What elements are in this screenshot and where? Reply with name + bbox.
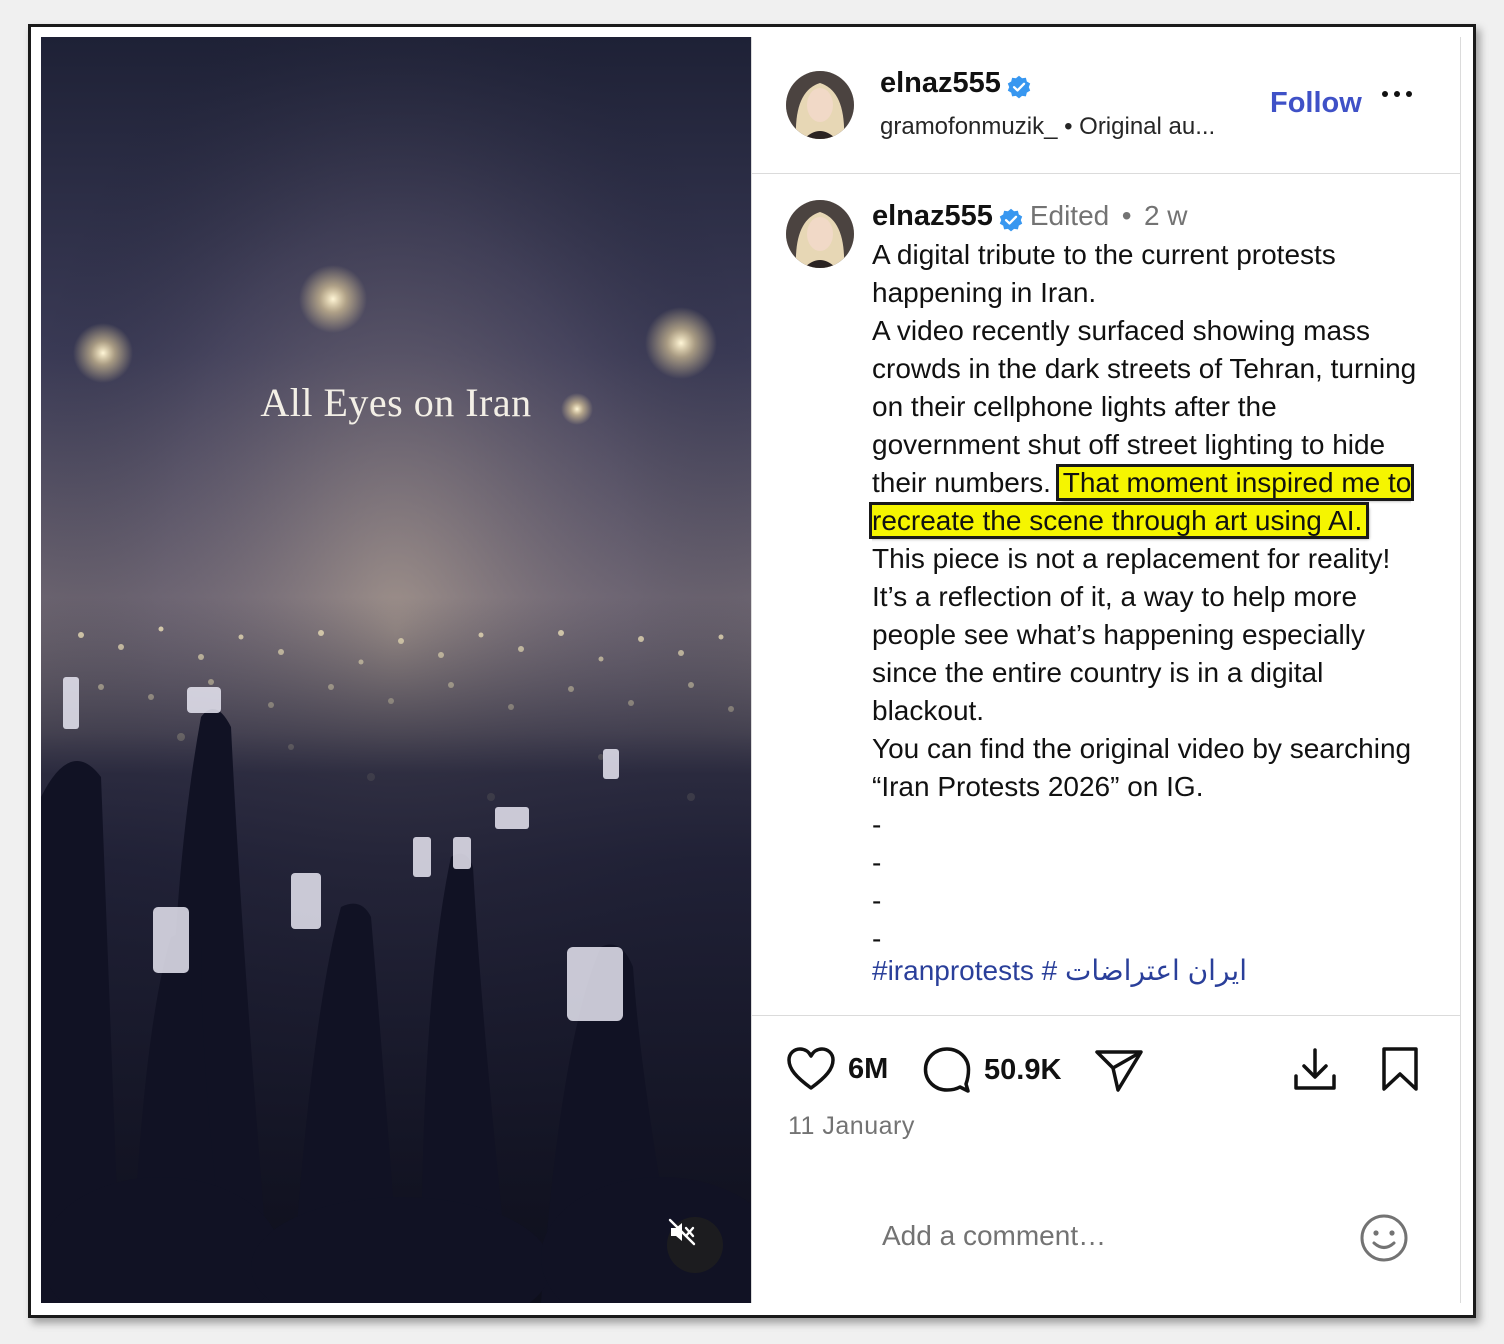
- caption-avatar[interactable]: [786, 200, 854, 268]
- share-group: [1094, 1048, 1144, 1094]
- save-group: [1380, 1046, 1420, 1092]
- caption-username[interactable]: elnaz555: [872, 200, 993, 232]
- post-date[interactable]: 11 January: [788, 1112, 915, 1141]
- avatar[interactable]: [786, 71, 854, 139]
- speaker-muted-icon: [668, 1218, 696, 1246]
- caption-paragraph: This piece is not a replacement for real…: [872, 543, 1391, 726]
- header-username[interactable]: elnaz555: [880, 67, 1001, 99]
- comment-input[interactable]: Add a comment…: [882, 1220, 1106, 1252]
- post-age[interactable]: 2 w: [1144, 200, 1188, 231]
- more-horizontal-icon[interactable]: [1382, 91, 1412, 97]
- post-side-panel: elnaz555 gramofonmuzik_ • Original au...…: [751, 37, 1461, 1303]
- comment-count[interactable]: 50.9K: [984, 1054, 1061, 1087]
- profile-photo: [786, 71, 854, 139]
- audio-attribution[interactable]: gramofonmuzik_ • Original au...: [880, 113, 1215, 141]
- emoji-smile-icon: [1360, 1214, 1408, 1262]
- caption-paragraph: A video recently surfaced showing mass c…: [868, 312, 1432, 540]
- post-header: elnaz555 gramofonmuzik_ • Original au...…: [752, 37, 1460, 174]
- like-count[interactable]: 6M: [848, 1053, 888, 1086]
- caption-dash: -: [872, 885, 882, 916]
- meta-separator: •: [1121, 200, 1132, 231]
- mute-button[interactable]: [667, 1217, 723, 1273]
- post-actions: 6M 50.9K 11 January Add a comment…: [752, 1015, 1460, 1304]
- download-icon[interactable]: [1292, 1046, 1338, 1092]
- hashtag-links[interactable]: #iranprotests # ايران اعتراضات: [872, 952, 1432, 990]
- edited-label: Edited: [1029, 200, 1110, 231]
- follow-button[interactable]: Follow: [1270, 87, 1362, 120]
- screenshot-frame: All Eyes on Iran elnaz555 gramofonmuzik_…: [28, 24, 1476, 1318]
- video-overlay-title: All Eyes on Iran: [260, 380, 532, 425]
- caption-text: A digital tribute to the current protest…: [868, 236, 1432, 996]
- profile-photo: [786, 200, 854, 268]
- bookmark-icon[interactable]: [1380, 1046, 1420, 1092]
- header-user-line: elnaz555: [880, 67, 1033, 102]
- caption-area: elnaz555 Edited • 2 w A digital tribute …: [752, 174, 1460, 1014]
- comment-bubble-icon[interactable]: [922, 1046, 972, 1094]
- verified-badge-icon: [1000, 208, 1023, 232]
- caption-header: elnaz555 Edited • 2 w: [872, 200, 1188, 235]
- reel-video[interactable]: All Eyes on Iran: [41, 37, 751, 1303]
- caption-dash: -: [872, 847, 882, 878]
- verified-badge-icon: [1008, 75, 1031, 99]
- emoji-button[interactable]: [1358, 1212, 1410, 1269]
- heart-icon[interactable]: [786, 1046, 836, 1092]
- comment-group: 50.9K: [922, 1046, 1061, 1094]
- download-group: [1292, 1046, 1338, 1092]
- share-paper-plane-icon[interactable]: [1094, 1048, 1144, 1094]
- caption-dash: -: [872, 809, 882, 840]
- caption-paragraph: A digital tribute to the current protest…: [872, 239, 1336, 308]
- protest-scene-image: [41, 37, 751, 1303]
- caption-paragraph: You can find the original video by searc…: [872, 733, 1412, 802]
- like-group: 6M: [786, 1046, 888, 1092]
